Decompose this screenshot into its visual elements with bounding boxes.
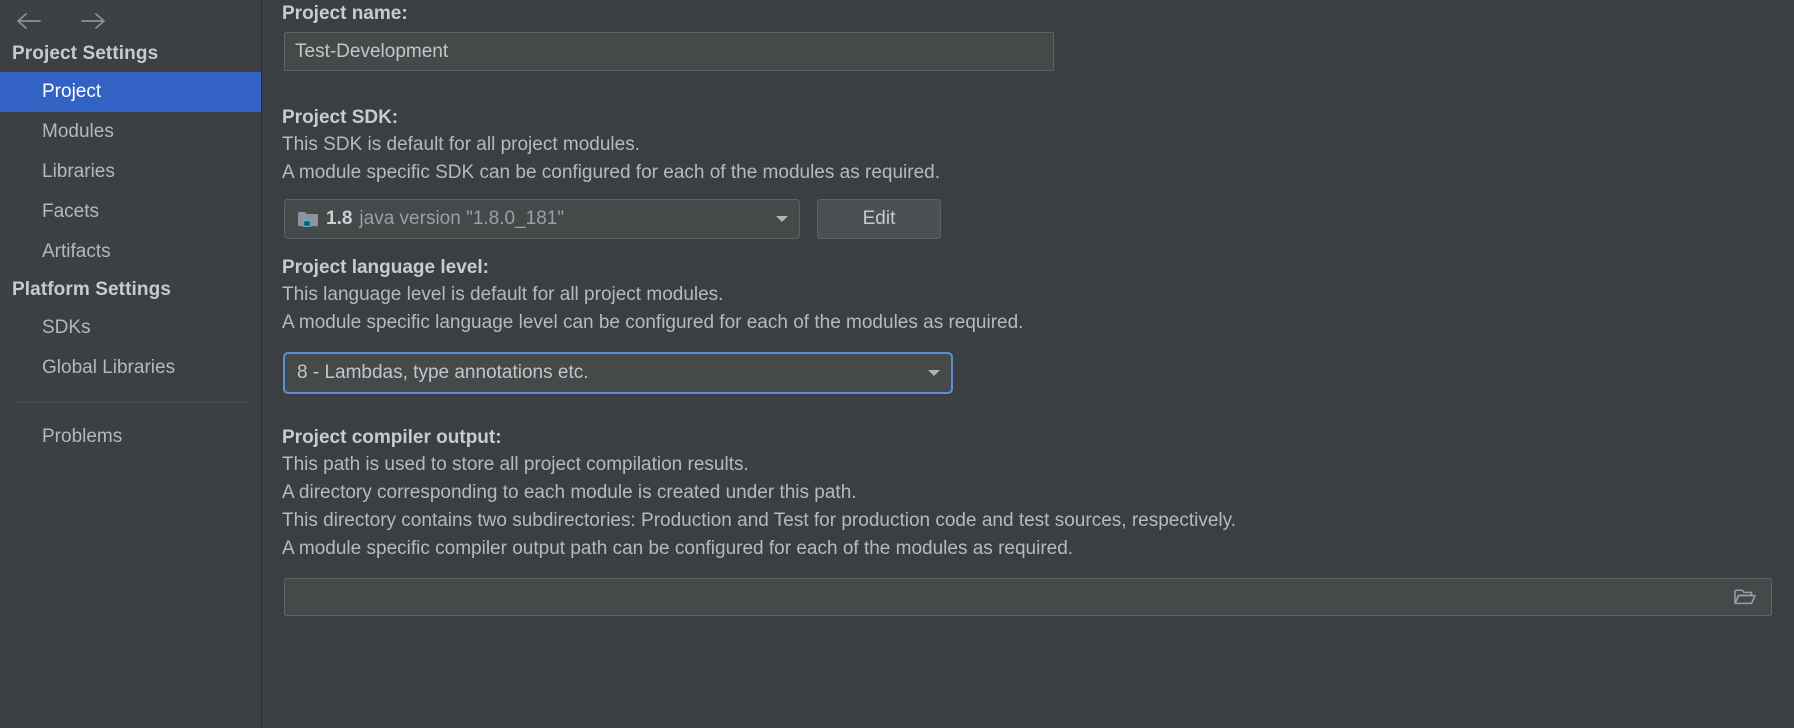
project-sdk-combo[interactable]: 1.8 java version "1.8.0_181" (284, 199, 800, 239)
project-sdk-combo-text: 1.8 java version "1.8.0_181" (297, 208, 765, 230)
compiler-output-desc-line-3: This directory contains two subdirectori… (282, 507, 1236, 535)
compiler-output-desc-line-1: This path is used to store all project c… (282, 451, 1236, 479)
language-level-desc-line-1: This language level is default for all p… (282, 281, 1023, 309)
project-sdk-version: 1.8 (326, 208, 352, 230)
project-structure-dialog: Project Settings Project Modules Librari… (0, 0, 1794, 728)
sidebar-item-sdks[interactable]: SDKs (0, 308, 261, 348)
sidebar-item-problems[interactable]: Problems (0, 417, 261, 457)
language-level-value: 8 - Lambdas, type annotations etc. (297, 362, 917, 384)
compiler-output-label: Project compiler output: (282, 424, 1236, 451)
project-sdk-row: 1.8 java version "1.8.0_181" Edit (284, 199, 941, 239)
sidebar-item-facets[interactable]: Facets (0, 192, 261, 232)
sidebar-item-modules[interactable]: Modules (0, 112, 261, 152)
language-level-combo[interactable]: 8 - Lambdas, type annotations etc. (283, 352, 953, 394)
sdk-folder-icon (297, 210, 319, 228)
project-name-value: Test-Development (295, 41, 448, 63)
back-arrow-icon[interactable] (14, 8, 44, 34)
chevron-down-icon[interactable] (773, 208, 791, 230)
forward-arrow-icon[interactable] (78, 8, 108, 34)
settings-sidebar: Project Settings Project Modules Librari… (0, 0, 262, 728)
edit-sdk-button[interactable]: Edit (817, 199, 941, 239)
project-sdk-label: Project SDK: (282, 104, 940, 131)
project-name-label: Project name: (282, 0, 408, 27)
folder-open-icon[interactable] (1733, 587, 1765, 607)
compiler-output-input[interactable] (284, 578, 1772, 616)
language-level-desc-line-2: A module specific language level can be … (282, 309, 1023, 337)
project-sdk-desc-line-2: A module specific SDK can be configured … (282, 159, 940, 187)
sidebar-section-platform-settings: Platform Settings (0, 272, 261, 308)
sidebar-divider (14, 402, 247, 403)
project-name-label-wrap: Project name: (282, 0, 408, 27)
chevron-down-icon[interactable] (925, 362, 943, 384)
project-settings-panel: Project name: Test-Development Project S… (262, 0, 1794, 728)
project-sdk-desc-line-1: This SDK is default for all project modu… (282, 131, 940, 159)
project-name-input[interactable]: Test-Development (284, 32, 1054, 71)
compiler-output-block: Project compiler output: This path is us… (282, 424, 1236, 563)
compiler-output-desc-line-2: A directory corresponding to each module… (282, 479, 1236, 507)
edit-sdk-button-label: Edit (863, 208, 896, 230)
project-sdk-detail: java version "1.8.0_181" (359, 208, 564, 230)
sidebar-section-project-settings: Project Settings (0, 36, 261, 72)
language-level-label: Project language level: (282, 254, 1023, 281)
language-level-block: Project language level: This language le… (282, 254, 1023, 337)
sidebar-item-artifacts[interactable]: Artifacts (0, 232, 261, 272)
sidebar-item-global-libraries[interactable]: Global Libraries (0, 348, 261, 388)
sidebar-item-libraries[interactable]: Libraries (0, 152, 261, 192)
sidebar-nav-arrows (0, 0, 261, 36)
sidebar-item-project[interactable]: Project (0, 72, 261, 112)
project-sdk-block: Project SDK: This SDK is default for all… (282, 104, 940, 187)
compiler-output-desc-line-4: A module specific compiler output path c… (282, 535, 1236, 563)
